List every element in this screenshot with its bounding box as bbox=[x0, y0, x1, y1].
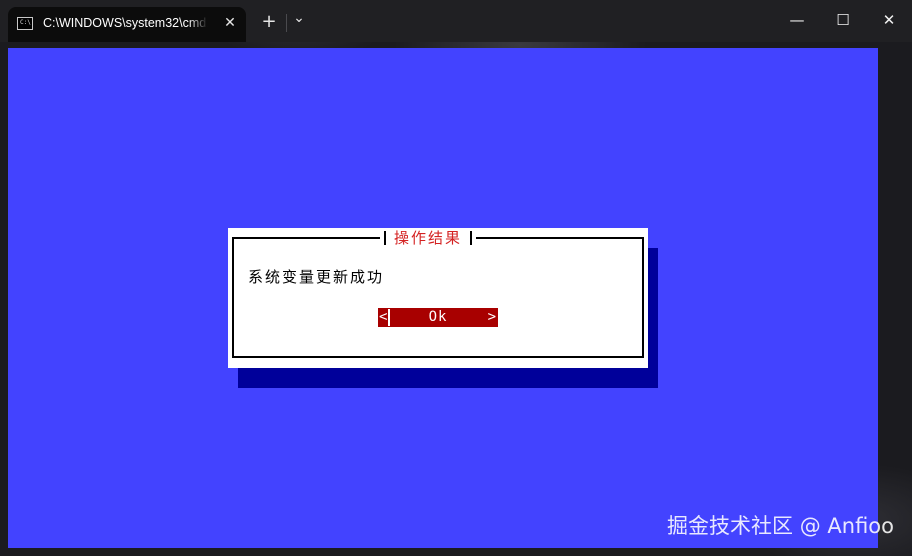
dialog-message: 系统变量更新成功 bbox=[248, 268, 385, 286]
tab-dropdown-icon[interactable]: ⌄ bbox=[289, 6, 309, 30]
console-area[interactable]: 操作结果 系统变量更新成功 < Ok > bbox=[8, 48, 878, 548]
result-dialog: 操作结果 系统变量更新成功 < Ok > bbox=[228, 228, 648, 368]
title-right-tick bbox=[470, 230, 473, 245]
title-left-tick bbox=[384, 230, 386, 245]
close-button[interactable]: ✕ bbox=[866, 4, 912, 36]
terminal-tab[interactable]: C:\ C:\WINDOWS\system32\cmd.exe ✕ bbox=[8, 7, 246, 42]
new-tab-button[interactable]: + bbox=[259, 10, 279, 34]
minimize-button[interactable]: — bbox=[774, 4, 820, 36]
ok-right-bracket: > bbox=[487, 309, 496, 325]
dialog-frame bbox=[232, 237, 644, 358]
toolbar-divider bbox=[286, 14, 287, 32]
maximize-button[interactable]: ☐ bbox=[820, 4, 866, 36]
tab-title: C:\WINDOWS\system32\cmd.exe bbox=[43, 16, 208, 30]
watermark: 掘金技术社区 @ Anfioo bbox=[667, 514, 894, 538]
ok-button[interactable]: < Ok > bbox=[378, 308, 498, 327]
dialog-title-bar: 操作结果 bbox=[380, 228, 477, 247]
dialog-title: 操作结果 bbox=[394, 229, 463, 247]
ok-button-label: Ok bbox=[428, 309, 448, 325]
tab-close-icon[interactable]: ✕ bbox=[220, 13, 240, 33]
cmd-icon: C:\ bbox=[17, 17, 33, 30]
title-bar: C:\ C:\WINDOWS\system32\cmd.exe ✕ + ⌄ — … bbox=[0, 0, 912, 42]
